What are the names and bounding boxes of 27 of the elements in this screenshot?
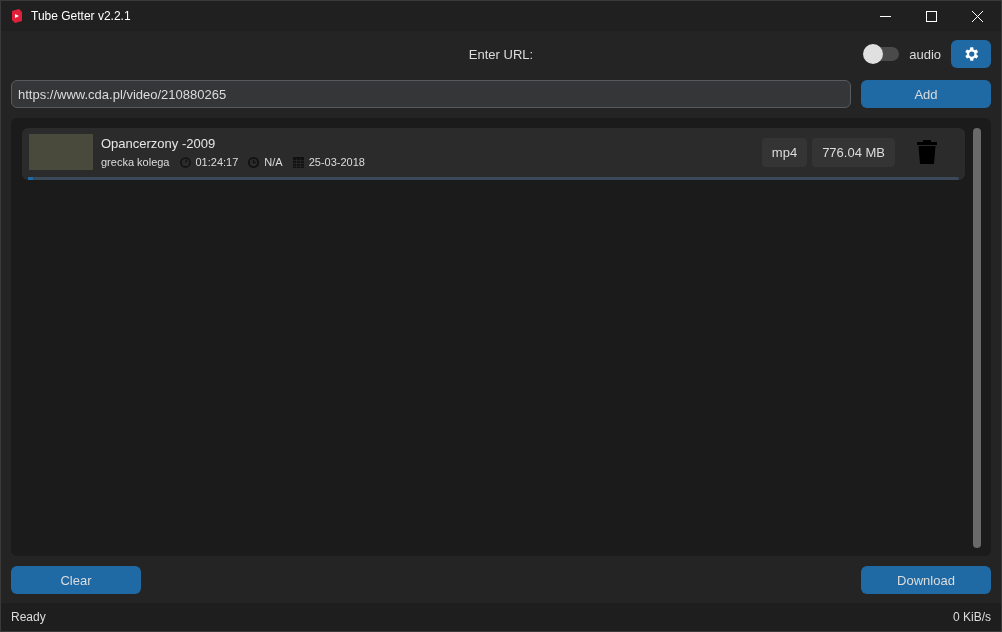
video-title: Opancerzony -2009 xyxy=(101,136,217,151)
format-badge: mp4 xyxy=(761,137,808,167)
download-button[interactable]: Download xyxy=(861,566,991,594)
clock-icon xyxy=(248,156,260,168)
clear-button[interactable]: Clear xyxy=(11,566,141,594)
calendar-icon xyxy=(292,156,304,168)
window-title: Tube Getter v2.2.1 xyxy=(31,9,131,23)
scrollbar[interactable] xyxy=(973,128,981,548)
status-text: Ready xyxy=(11,610,46,624)
maximize-icon[interactable] xyxy=(926,10,937,22)
add-button[interactable]: Add xyxy=(861,80,991,108)
url-label: Enter URL: xyxy=(468,46,534,62)
stopwatch-icon xyxy=(179,156,191,168)
video-author: grecka kolega xyxy=(101,156,170,168)
video-duration: 01:24:17 xyxy=(195,156,239,168)
close-icon[interactable] xyxy=(972,10,983,22)
video-thumbnail xyxy=(29,134,93,170)
download-item[interactable]: Opancerzony -2009 grecka kolega 01:24:17 N/A 25-03-2018 mp4 776.04 MB xyxy=(22,128,965,180)
audio-toggle[interactable] xyxy=(865,47,900,61)
settings-button[interactable] xyxy=(951,40,991,68)
url-field[interactable]: https://www.cda.pl/video/210880265 xyxy=(11,80,851,108)
size-badge: 776.04 MB xyxy=(812,137,895,167)
video-date: 25-03-2018 xyxy=(308,156,365,168)
app-logo-icon xyxy=(11,9,23,23)
download-speed: 0 KiB/s xyxy=(953,610,991,624)
video-time: N/A xyxy=(264,156,283,168)
audio-label: audio xyxy=(909,46,941,62)
